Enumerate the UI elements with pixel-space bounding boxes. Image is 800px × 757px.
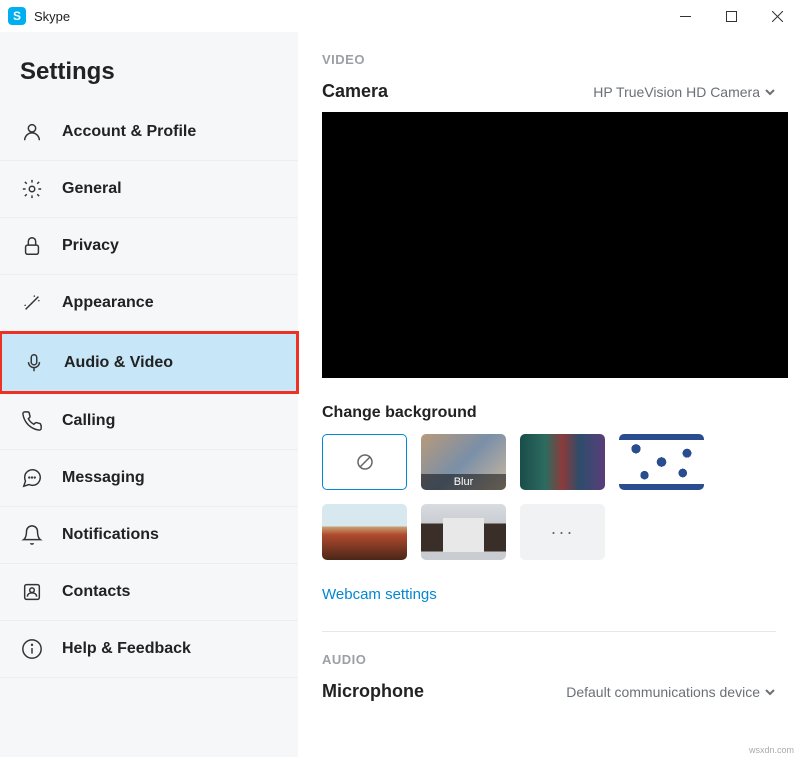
bell-icon (20, 523, 44, 547)
microphone-value: Default communications device (566, 684, 760, 700)
sidebar-item-label: Audio & Video (64, 354, 173, 372)
sidebar-item-messaging[interactable]: Messaging (0, 450, 298, 507)
chat-icon (20, 466, 44, 490)
close-button[interactable] (754, 0, 800, 32)
bg-option-image-1[interactable] (520, 434, 605, 490)
chevron-down-icon (764, 686, 776, 698)
bg-option-more[interactable]: ··· (520, 504, 605, 560)
person-icon (20, 120, 44, 144)
sidebar-item-label: Notifications (62, 526, 159, 544)
sidebar-item-appearance[interactable]: Appearance (0, 275, 298, 332)
info-icon (20, 637, 44, 661)
change-background-label: Change background (322, 404, 776, 422)
microphone-selector[interactable]: Default communications device (566, 684, 776, 700)
bg-option-blur[interactable]: Blur (421, 434, 506, 490)
window-titlebar: S Skype (0, 0, 800, 32)
none-icon (356, 453, 374, 471)
settings-title: Settings (0, 32, 298, 104)
sidebar-item-general[interactable]: General (0, 161, 298, 218)
main-content: VIDEO Camera HP TrueVision HD Camera Cha… (298, 32, 800, 757)
sidebar-item-label: Help & Feedback (62, 640, 191, 658)
sidebar-item-notifications[interactable]: Notifications (0, 507, 298, 564)
camera-preview (322, 112, 788, 378)
bg-option-image-3[interactable] (322, 504, 407, 560)
sidebar-item-audio-video[interactable]: Audio & Video (0, 331, 299, 394)
sidebar-item-contacts[interactable]: Contacts (0, 564, 298, 621)
skype-app-icon: S (8, 7, 26, 25)
microphone-icon (22, 351, 46, 375)
sidebar-item-label: Appearance (62, 294, 154, 312)
sidebar-item-label: Contacts (62, 583, 130, 601)
sidebar-item-label: General (62, 180, 122, 198)
bg-option-none[interactable] (322, 434, 407, 490)
watermark: wsxdn.com (749, 745, 794, 755)
minimize-button[interactable] (662, 0, 708, 32)
sidebar-item-help[interactable]: Help & Feedback (0, 621, 298, 678)
webcam-settings-link[interactable]: Webcam settings (322, 586, 437, 603)
camera-value: HP TrueVision HD Camera (593, 84, 760, 100)
camera-label: Camera (322, 81, 388, 102)
section-divider (322, 631, 776, 632)
chevron-down-icon (764, 86, 776, 98)
bg-option-image-4[interactable] (421, 504, 506, 560)
sidebar-item-label: Account & Profile (62, 123, 196, 141)
wand-icon (20, 291, 44, 315)
sidebar-item-label: Messaging (62, 469, 145, 487)
sidebar-item-label: Privacy (62, 237, 119, 255)
sidebar-item-account[interactable]: Account & Profile (0, 104, 298, 161)
window-title: Skype (34, 9, 70, 24)
maximize-button[interactable] (708, 0, 754, 32)
gear-icon (20, 177, 44, 201)
sidebar-item-privacy[interactable]: Privacy (0, 218, 298, 275)
background-grid: Blur ··· (322, 434, 776, 560)
microphone-label: Microphone (322, 681, 424, 702)
lock-icon (20, 234, 44, 258)
sidebar-item-calling[interactable]: Calling (0, 393, 298, 450)
sidebar-item-label: Calling (62, 412, 115, 430)
blur-label: Blur (421, 474, 506, 490)
phone-icon (20, 409, 44, 433)
bg-option-image-2[interactable] (619, 434, 704, 490)
audio-section-label: AUDIO (322, 652, 776, 667)
contacts-icon (20, 580, 44, 604)
camera-selector[interactable]: HP TrueVision HD Camera (593, 84, 776, 100)
settings-sidebar: Settings Account & Profile General Priva… (0, 32, 298, 757)
video-section-label: VIDEO (322, 52, 776, 67)
